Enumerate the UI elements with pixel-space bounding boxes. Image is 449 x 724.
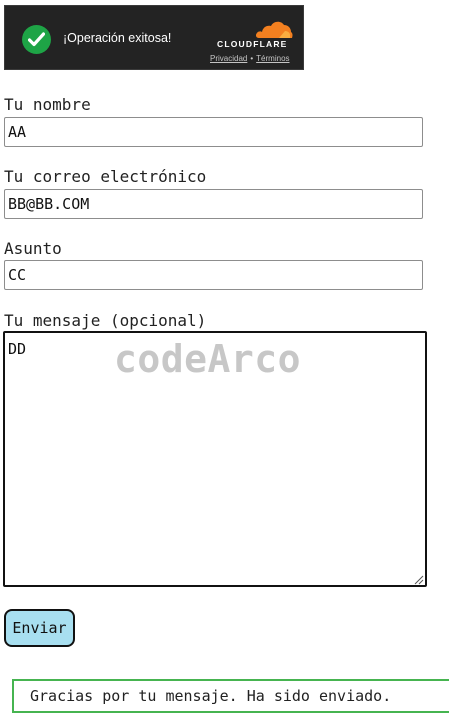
submit-button[interactable]: Enviar [4,609,75,647]
link-separator: • [250,54,254,63]
response-message: Gracias por tu mensaje. Ha sido enviado. [12,679,449,713]
codearco-watermark: codeArco [114,337,302,381]
captcha-links: Privacidad • Términos [210,54,290,63]
captcha-status-text: ¡Operación exitosa! [63,31,172,45]
cloudflare-turnstile-widget[interactable]: ¡Operación exitosa! CLOUDFLARE Privacida… [4,5,304,70]
message-label: Tu mensaje (opcional) [4,311,207,330]
email-input[interactable] [4,189,423,219]
subject-input[interactable] [4,260,423,290]
subject-label: Asunto [4,239,62,258]
privacy-link[interactable]: Privacidad [210,54,247,63]
success-check-icon [22,25,51,54]
resize-handle-icon[interactable] [413,574,424,585]
name-label: Tu nombre [4,95,91,114]
cloudflare-logo: CLOUDFLARE [217,19,295,53]
cloudflare-wordmark: CLOUDFLARE [217,39,288,49]
cloudflare-cloud-icon [255,21,293,38]
name-input[interactable] [4,117,423,147]
email-label: Tu correo electrónico [4,167,207,186]
terms-link[interactable]: Términos [256,54,289,63]
